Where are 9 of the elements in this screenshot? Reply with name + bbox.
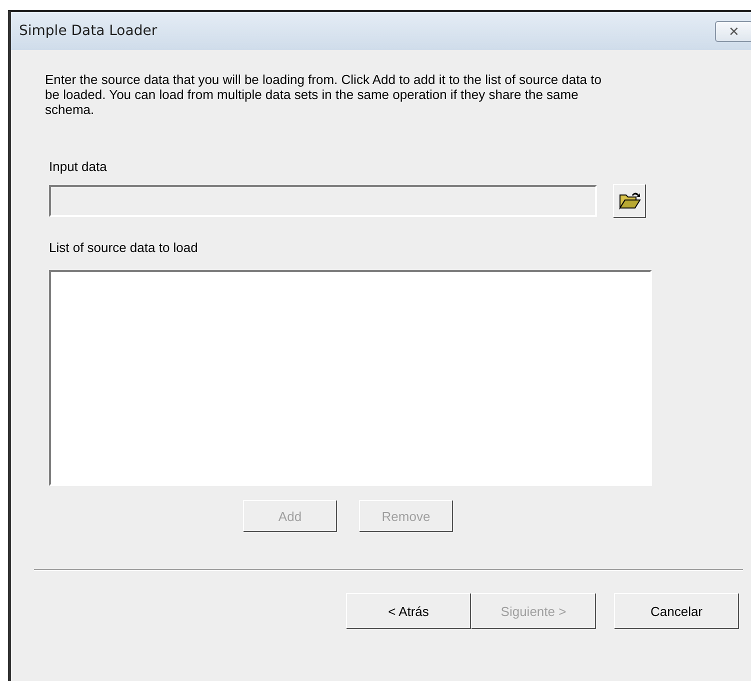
- instructions-text: Enter the source data that you will be loading from. Click Add to add it to the list of source data to be loaded. You can load from multiple data sets in the same operation if they share the same schema.: [45, 72, 602, 117]
- close-button[interactable]: ✕: [715, 20, 751, 42]
- browse-button[interactable]: [613, 184, 646, 218]
- open-folder-icon: [618, 192, 640, 210]
- cancel-button[interactable]: Cancelar: [614, 593, 739, 629]
- back-button[interactable]: < Atrás: [346, 593, 471, 629]
- list-label: List of source data to load: [49, 240, 199, 255]
- window-title: Simple Data Loader: [19, 23, 158, 39]
- input-data-label: Input data: [49, 159, 108, 174]
